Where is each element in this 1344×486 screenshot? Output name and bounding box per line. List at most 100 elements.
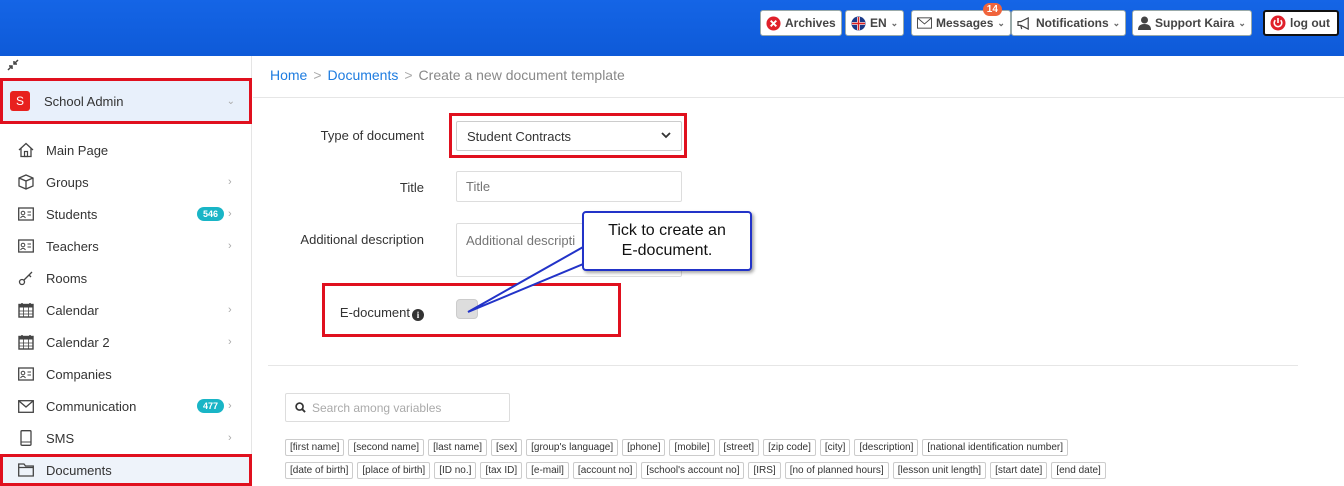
variable-tag[interactable]: [first name]: [285, 439, 345, 456]
variables-row-1: [first name] [second name] [last name] [sex…: [285, 439, 1335, 456]
variable-tag[interactable]: [end date]: [1051, 462, 1106, 479]
sidebar-item-main-page[interactable]: Main Page: [0, 134, 252, 166]
phone-icon: [17, 429, 35, 447]
sidebar-item-label: Teachers: [46, 238, 99, 254]
variable-tag[interactable]: [account no]: [572, 462, 638, 479]
variable-tag[interactable]: [street]: [718, 439, 760, 456]
title-input[interactable]: [456, 171, 682, 202]
info-icon[interactable]: i: [412, 309, 424, 321]
language-dropdown[interactable]: EN ⌄: [845, 10, 905, 36]
variable-tag[interactable]: [description]: [854, 439, 919, 456]
variable-tag[interactable]: [date of birth]: [285, 462, 354, 479]
variable-tag[interactable]: [city]: [819, 439, 851, 456]
envelope-icon: [17, 397, 35, 415]
sidebar-item-teachers[interactable]: Teachers ›: [0, 230, 252, 262]
search-icon: [295, 402, 306, 413]
collapse-icon[interactable]: [6, 58, 20, 75]
chevron-right-icon: ›: [228, 304, 232, 316]
chevron-down-icon: ⌄: [226, 95, 235, 107]
variable-tag[interactable]: [lesson unit length]: [892, 462, 987, 479]
callout-line2: E-document.: [621, 242, 713, 259]
sidebar-item-label: Calendar 2: [46, 334, 110, 350]
edocument-label: E-document i: [300, 305, 424, 321]
variable-tag[interactable]: [national identification number]: [922, 439, 1069, 456]
chevron-right-icon: ›: [228, 400, 232, 412]
variable-tag[interactable]: [sex]: [491, 439, 523, 456]
breadcrumb-documents[interactable]: Documents: [328, 67, 399, 83]
id-card-icon: [17, 237, 35, 255]
notifications-dropdown[interactable]: Notifications ⌄: [1011, 10, 1127, 36]
envelope-icon: [917, 17, 932, 29]
variable-tag[interactable]: [no of planned hours]: [784, 462, 889, 479]
chevron-right-icon: ›: [228, 432, 232, 444]
chevron-right-icon: ›: [228, 176, 232, 188]
variable-tag[interactable]: [start date]: [990, 462, 1048, 479]
variable-tag[interactable]: [mobile]: [669, 439, 715, 456]
messages-dropdown[interactable]: Messages ⌄ 14: [911, 3, 1011, 36]
variable-tag[interactable]: [phone]: [622, 439, 666, 456]
sidebar-item-calendar[interactable]: Calendar ›: [0, 294, 252, 326]
sidebar-item-label: Rooms: [46, 270, 88, 286]
archives-button[interactable]: Archives: [760, 10, 842, 36]
sidebar-item-rooms[interactable]: Rooms: [0, 262, 252, 294]
callout-pointer: [467, 240, 594, 313]
logout-button[interactable]: log out: [1263, 10, 1339, 36]
sidebar-item-companies[interactable]: Companies: [0, 358, 252, 390]
chevron-down-icon: ⌄: [890, 17, 899, 28]
bullhorn-icon: [1017, 16, 1032, 30]
calendar-icon: [17, 301, 35, 319]
variable-tag[interactable]: [place of birth]: [357, 462, 431, 479]
messages-count-badge: 14: [982, 3, 1002, 16]
variable-tag[interactable]: [group's language]: [526, 439, 619, 456]
sidebar: S School Admin ⌄ Main Page Groups › Student…: [0, 56, 252, 486]
sidebar-item-sms[interactable]: SMS ›: [0, 422, 252, 454]
school-label: School Admin: [44, 93, 124, 109]
variable-tag[interactable]: [school's account no]: [641, 462, 745, 479]
chevron-down-icon: ⌄: [997, 17, 1005, 28]
chevron-down-icon: ⌄: [1112, 17, 1121, 28]
chevron-right-icon: ›: [228, 208, 232, 220]
key-icon: [17, 269, 35, 287]
type-of-document-select[interactable]: Student Contracts: [456, 121, 682, 151]
title-label: Title: [399, 180, 424, 195]
home-icon: [17, 141, 35, 159]
type-of-document-label: Type of document: [320, 128, 424, 143]
variable-tag[interactable]: [last name]: [428, 439, 487, 456]
id-card-icon: [17, 365, 35, 383]
variables-search-input[interactable]: Search among variables: [285, 393, 510, 422]
header-divider: [253, 97, 1344, 98]
close-circle-icon: [766, 15, 781, 31]
user-icon: [1138, 16, 1151, 30]
form-divider: [268, 365, 1298, 366]
count-badge: 546: [196, 207, 224, 221]
sidebar-item-label: Companies: [46, 366, 112, 382]
breadcrumb-home[interactable]: Home: [270, 67, 307, 83]
sidebar-item-students[interactable]: Students 546 ›: [0, 198, 252, 230]
breadcrumb: Home > Documents > Create a new document tem…: [270, 67, 625, 83]
variable-tag[interactable]: [tax ID]: [480, 462, 523, 479]
variable-tag[interactable]: [IRS]: [748, 462, 781, 479]
variable-tag[interactable]: [second name]: [348, 439, 425, 456]
breadcrumb-separator: >: [313, 67, 322, 83]
chevron-right-icon: ›: [228, 240, 232, 252]
sidebar-item-label: SMS: [46, 430, 75, 446]
breadcrumb-separator: >: [404, 67, 413, 83]
sidebar-item-calendar-2[interactable]: Calendar 2 ›: [0, 326, 252, 358]
uk-flag-icon: [851, 15, 866, 31]
school-selector[interactable]: S School Admin ⌄: [0, 78, 252, 124]
variable-tag[interactable]: [e-mail]: [526, 462, 569, 479]
sidebar-item-label: Calendar: [46, 302, 99, 318]
variable-tag[interactable]: [zip code]: [763, 439, 816, 456]
callout-line1: Tick to create an: [608, 222, 726, 239]
variable-tag[interactable]: [ID no.]: [434, 462, 477, 479]
chevron-right-icon: ›: [228, 336, 232, 348]
user-dropdown[interactable]: Support Kaira ⌄: [1132, 10, 1252, 36]
sidebar-item-documents[interactable]: Documents: [0, 454, 252, 486]
sidebar-item-communication[interactable]: Communication 477 ›: [0, 390, 252, 422]
sidebar-item-label: Main Page: [46, 142, 109, 158]
sidebar-item-label: Communication: [46, 398, 137, 414]
variables-row-2: [date of birth] [place of birth] [ID no.][…: [285, 462, 1335, 479]
cube-icon: [17, 173, 35, 191]
sidebar-item-groups[interactable]: Groups ›: [0, 166, 252, 198]
breadcrumb-current: Create a new document template: [418, 67, 625, 83]
